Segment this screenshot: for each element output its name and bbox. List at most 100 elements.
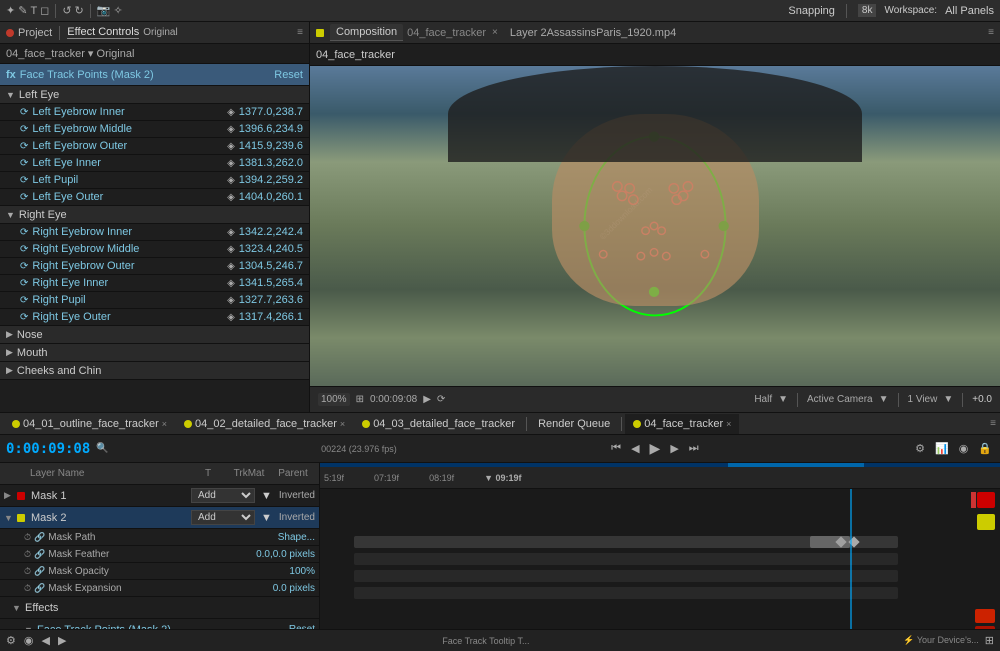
tl-solo-btn[interactable]: ◉ [957,441,971,456]
shape-tool-icon[interactable]: ◻ [40,4,49,17]
stopwatch-icon-path[interactable]: ⏱ [24,532,31,543]
tl-tab-5-close[interactable]: × [726,419,731,429]
project-tab[interactable]: Project [18,27,52,39]
mask-opacity-row[interactable]: ⏱ 🔗 Mask Opacity 100% [0,563,319,580]
tl-settings-btn[interactable]: ⚙ [913,441,927,456]
mask-opacity-value[interactable]: 100% [289,566,315,577]
quality-label[interactable]: Half [754,394,772,405]
comp-menu-icon[interactable]: ≡ [988,27,994,38]
effect-controls-tab[interactable]: Effect Controls [67,26,139,39]
mask2-mode-dropdown[interactable]: ▼ [261,512,272,524]
tl-bottom-end-icon[interactable]: ⊞ [983,633,996,648]
tl-graph-btn[interactable]: 📊 [933,441,951,456]
search-icon[interactable]: 🔍 [96,443,108,454]
tl-bottom-icon-4[interactable]: ▶ [56,633,68,648]
right-eye-group-header[interactable]: ▼ Right Eye [0,206,309,224]
tl-scroll-bar[interactable] [320,463,1000,467]
mask1-mode-select[interactable]: Add Subtract [191,488,255,503]
left-eye-outer-item[interactable]: ⟳ Left Eye Outer ◈ 1404.0,260.1 [0,189,309,206]
effects-row[interactable]: ▼ Effects [0,597,319,619]
workspace-label: Workspace: [884,5,937,16]
select-tool-icon[interactable]: ✦ [6,4,15,17]
tl-tab-2[interactable]: 04_02_detailed_face_tracker × [176,414,353,434]
reset-button[interactable]: Reset [274,69,303,81]
layer-tab-label[interactable]: Layer 2AssassinsParis_1920.mp4 [510,27,676,39]
tl-bottom-label: Face Track Tooltip T... [442,636,529,646]
right-eye-outer-item[interactable]: ⟳ Right Eye Outer ◈ 1317.4,266.1 [0,309,309,326]
left-eyebrow-middle-item[interactable]: ⟳ Left Eyebrow Middle ◈ 1396.6,234.9 [0,121,309,138]
tl-lock-btn[interactable]: 🔒 [976,441,994,456]
panel-menu-icon[interactable]: ≡ [297,27,303,38]
mask1-mode-dropdown[interactable]: ▼ [261,490,272,502]
mask2-expand[interactable]: ▼ [4,513,14,523]
tl-tab-3[interactable]: 04_03_detailed_face_tracker [354,414,523,434]
right-eye-inner-item[interactable]: ⟳ Right Eye Inner ◈ 1341.5,265.4 [0,275,309,292]
mask2-mode-select[interactable]: Add Subtract [191,510,255,525]
tl-time-display[interactable]: 0:00:09:08 [6,441,90,457]
left-eyebrow-inner-item[interactable]: ⟳ Left Eyebrow Inner ◈ 1377.0,238.7 [0,104,309,121]
face-track-row[interactable]: ▼ Face Track Points (Mask 2) Reset [0,619,319,629]
left-eye-group-header[interactable]: ▼ Left Eye [0,86,309,104]
quality-dropdown[interactable]: ▼ [778,394,788,405]
cheeks-group-header[interactable]: ▶ Cheeks and Chin [0,362,309,380]
composition-viewer[interactable]: ©3ddownload.com [310,66,1000,386]
mask-path-row[interactable]: ⏱ 🔗 Mask Path Shape... [0,529,319,546]
mask-feather-row[interactable]: ⏱ 🔗 Mask Feather 0.0,0.0 pixels [0,546,319,563]
tl-bottom-icon-3[interactable]: ◀ [39,633,51,648]
tl-first-frame-btn[interactable]: ⏮ [609,441,623,456]
left-eyebrow-outer-item[interactable]: ⟳ Left Eyebrow Outer ◈ 1415.9,239.6 [0,138,309,155]
mask-expansion-row[interactable]: ⏱ 🔗 Mask Expansion 0.0 pixels [0,580,319,597]
play-icon[interactable]: ▶ [423,394,431,405]
tl-tab-2-close[interactable]: × [340,419,345,429]
view-count-dropdown[interactable]: ▼ [943,394,953,405]
undo-icon[interactable]: ↺ [62,4,71,17]
tl-next-frame-btn[interactable]: ▶ [668,441,680,456]
camera-icon[interactable]: 📷 [97,4,111,17]
left-pupil-item[interactable]: ⟳ Left Pupil ◈ 1394.2,259.2 [0,172,309,189]
tl-tab-1-close[interactable]: × [162,419,167,429]
panel-close-btn[interactable] [6,29,14,37]
playhead[interactable] [850,489,852,629]
composition-tab[interactable]: Composition [330,24,403,41]
light-icon[interactable]: ✧ [113,4,122,17]
tl-bottom-icon-2[interactable]: ◉ [22,633,36,648]
tl-bottom-icon-1[interactable]: ⚙ [4,633,18,648]
nose-group-header[interactable]: ▶ Nose [0,326,309,344]
effects-expand[interactable]: ▼ [12,603,22,613]
stopwatch-icon-opacity[interactable]: ⏱ [24,566,31,577]
type-tool-icon[interactable]: T [30,5,37,17]
right-eyebrow-middle-item[interactable]: ⟳ Right Eyebrow Middle ◈ 1323.4,240.5 [0,241,309,258]
mask1-expand[interactable]: ▶ [4,490,14,501]
right-eyebrow-inner-item[interactable]: ⟳ Right Eyebrow Inner ◈ 1342.2,242.4 [0,224,309,241]
tl-scroll-thumb[interactable] [728,463,864,467]
redo-icon[interactable]: ↻ [75,4,84,17]
tl-prev-frame-btn[interactable]: ◀ [629,441,641,456]
render-queue-tab[interactable]: Render Queue [530,414,618,434]
view-label[interactable]: Active Camera [807,394,873,405]
tl-play-btn[interactable]: ▶ [648,439,663,458]
right-pupil-item[interactable]: ⟳ Right Pupil ◈ 1327.7,263.6 [0,292,309,309]
tl-last-frame-btn[interactable]: ⏭ [687,441,701,456]
mask1-bar [977,492,995,508]
mask1-row[interactable]: ▶ Mask 1 Add Subtract ▼ Inverted [0,485,319,507]
view-count-label[interactable]: 1 View [908,394,938,405]
drag-handle-area[interactable] [810,536,850,548]
comp-close-btn[interactable]: × [492,27,498,38]
fit-icon[interactable]: ⊞ [356,394,364,405]
zoom-control[interactable]: 100% [318,393,350,406]
right-eyebrow-outer-item[interactable]: ⟳ Right Eyebrow Outer ◈ 1304.5,246.7 [0,258,309,275]
mouth-group-header[interactable]: ▶ Mouth [0,344,309,362]
view-dropdown[interactable]: ▼ [879,394,889,405]
mask-expansion-value[interactable]: 0.0 pixels [273,583,315,594]
stopwatch-icon-feather[interactable]: ⏱ [24,549,31,560]
stopwatch-icon-expansion[interactable]: ⏱ [24,583,31,594]
left-eye-inner-item[interactable]: ⟳ Left Eye Inner ◈ 1381.3,262.0 [0,155,309,172]
tl-menu-icon[interactable]: ≡ [990,418,996,429]
pen-tool-icon[interactable]: ✎ [18,4,27,17]
loop-icon[interactable]: ⟳ [437,394,445,405]
mask-path-value[interactable]: Shape... [278,532,315,543]
tl-tab-5[interactable]: 04_face_tracker × [625,414,739,434]
mask-feather-value[interactable]: 0.0,0.0 pixels [256,549,315,560]
mask2-row[interactable]: ▼ Mask 2 Add Subtract ▼ Inverted [0,507,319,529]
tl-tab-1[interactable]: 04_01_outline_face_tracker × [4,414,175,434]
